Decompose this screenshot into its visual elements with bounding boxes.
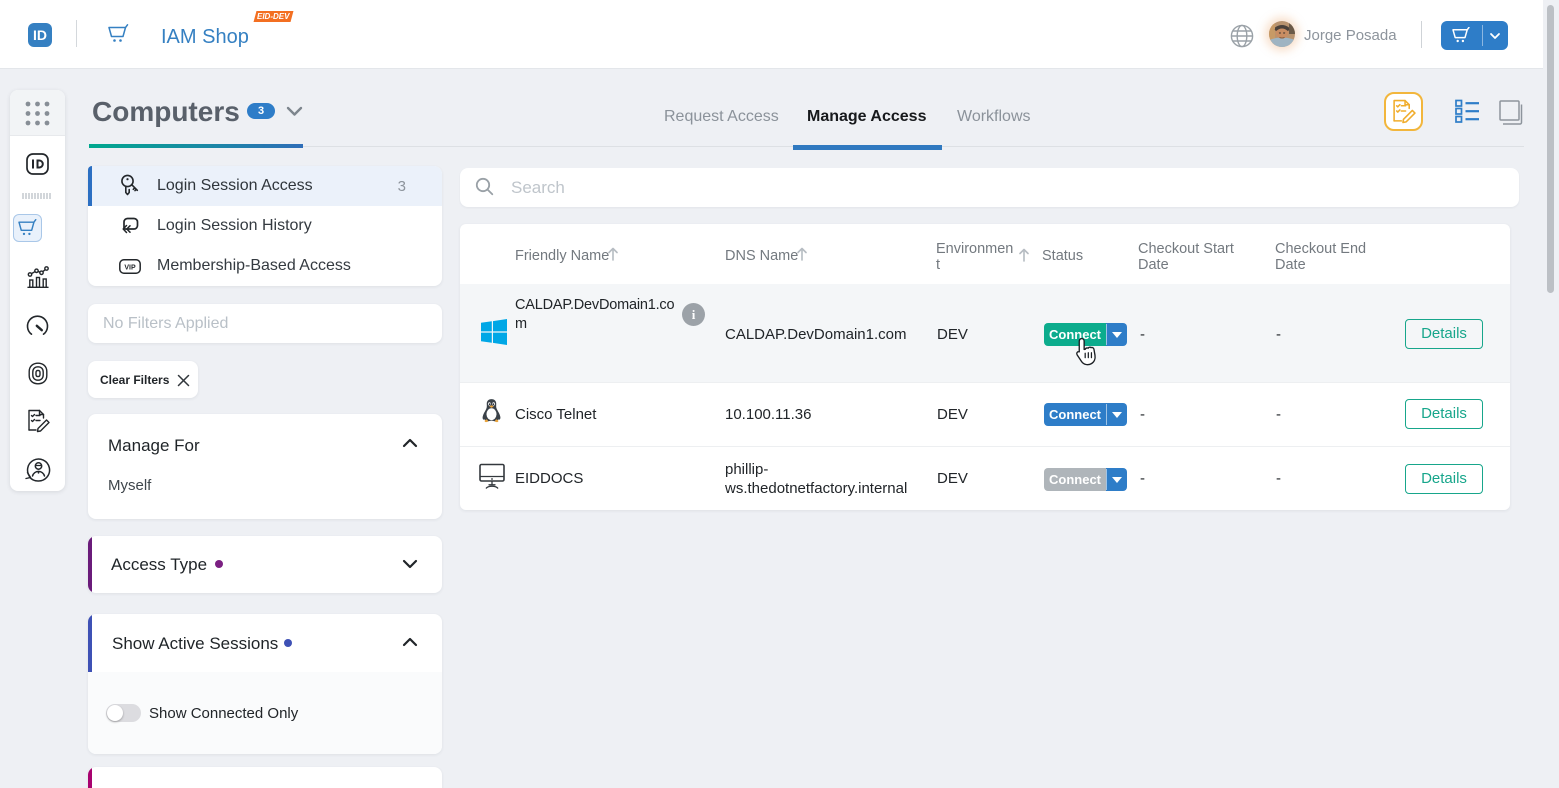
- svg-text:VIP: VIP: [124, 265, 136, 272]
